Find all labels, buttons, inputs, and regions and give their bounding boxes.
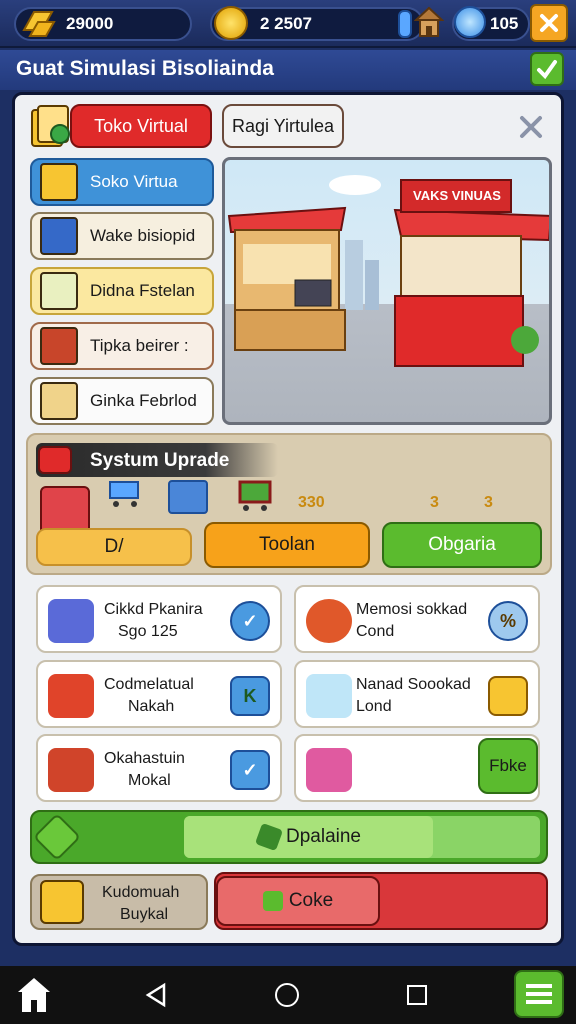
card-cikkd-pkanira[interactable]: Cikkd Pkanira Sgo 125 ✓ bbox=[36, 585, 282, 653]
sidebar-item-label: Didna Fstelan bbox=[90, 281, 195, 300]
k-badge-icon: K bbox=[230, 676, 270, 716]
card-okahastuin[interactable]: Okahastuin Mokal ✓ bbox=[36, 734, 282, 802]
cost-a: 330 bbox=[298, 494, 325, 511]
top-resource-bar: 29000 2 2507 105 bbox=[0, 0, 576, 48]
sidebar-item-label: Soko Virtua bbox=[90, 172, 178, 191]
gem-icon bbox=[454, 6, 486, 38]
card-line1: Memosi sokkad bbox=[356, 601, 468, 618]
card-nanad-soookad[interactable]: Nanad Soookad Lond bbox=[294, 660, 540, 728]
produce-basket-icon bbox=[306, 748, 352, 792]
crystal-icon bbox=[398, 10, 412, 38]
card-line2: Nakah bbox=[128, 698, 175, 715]
cup-icon bbox=[306, 674, 352, 718]
page-title: Guat Simulasi Bisoliainda bbox=[16, 57, 274, 80]
card-line1: Codmelatual bbox=[104, 676, 194, 693]
red-basket-icon bbox=[48, 674, 94, 718]
card-line1: Cikkd Pkanira bbox=[104, 601, 203, 618]
home-circle-icon[interactable] bbox=[275, 983, 299, 1007]
card-line2: Cond bbox=[356, 623, 395, 640]
footer-left-line1: Kudomuah bbox=[102, 884, 180, 901]
sidebar-item-soko-virtua[interactable]: Soko Virtua bbox=[30, 158, 214, 206]
progress-label: Dpalaine bbox=[286, 826, 361, 847]
menu-button[interactable] bbox=[514, 970, 564, 1018]
recents-icon[interactable] bbox=[407, 985, 427, 1005]
card-line1: Okahastuin bbox=[104, 750, 185, 767]
red-crate-icon bbox=[40, 327, 78, 365]
level-label: D/ bbox=[104, 536, 124, 557]
close-icon bbox=[540, 14, 558, 32]
level-slot: D/ bbox=[36, 528, 192, 566]
obgaria-label: Obgaria bbox=[428, 534, 496, 555]
hamburger-icon bbox=[526, 984, 552, 1004]
basket-icon bbox=[48, 599, 94, 643]
toolan-label: Toolan bbox=[259, 534, 315, 555]
cost-b: 3 bbox=[430, 494, 439, 511]
fruit-basket-icon bbox=[48, 748, 94, 792]
coin-icon bbox=[214, 6, 248, 40]
card-line2: Mokal bbox=[128, 772, 171, 789]
sidebar-item-wake-bisiopid[interactable]: Wake bisiopid bbox=[30, 212, 214, 260]
fbke-button[interactable]: Fbke bbox=[478, 738, 538, 794]
back-icon[interactable] bbox=[144, 982, 170, 1008]
cost-c: 3 bbox=[484, 494, 493, 511]
gold-bars-icon bbox=[20, 8, 56, 38]
blue-box-icon bbox=[40, 217, 78, 255]
check-badge-icon: ✓ bbox=[230, 601, 270, 641]
home-house-icon[interactable] bbox=[14, 974, 54, 1016]
obgaria-button[interactable]: Obgaria bbox=[382, 522, 542, 568]
coin-amount: 2 2507 bbox=[260, 14, 312, 33]
helmet-icon bbox=[306, 599, 352, 643]
close-icon bbox=[520, 116, 542, 138]
box-icon bbox=[168, 480, 208, 514]
shop-folder-icon bbox=[30, 104, 72, 148]
cart-icon bbox=[106, 478, 144, 508]
shop-scene-illustration: VAKS VINUAS bbox=[222, 157, 552, 425]
green-cart-icon bbox=[236, 478, 274, 514]
gold-amount: 29000 bbox=[66, 14, 114, 33]
close-panel-button[interactable] bbox=[514, 110, 548, 144]
toolan-button[interactable]: Toolan bbox=[204, 522, 370, 568]
crate-icon bbox=[40, 163, 78, 201]
upgrade-title: Systum Uprade bbox=[90, 450, 230, 471]
card-produce[interactable]: Fbke bbox=[294, 734, 540, 802]
percent-badge-icon: % bbox=[488, 601, 528, 641]
box-badge-icon bbox=[488, 676, 528, 716]
tab-label: Toko Virtual bbox=[94, 115, 188, 136]
stack-boxes-icon bbox=[40, 382, 78, 420]
package-icon bbox=[40, 272, 78, 310]
footer-left-line2: Buykal bbox=[120, 906, 169, 923]
sidebar-item-tipka-beirer[interactable]: Tipka beirer : bbox=[30, 322, 214, 370]
tab-toko-virtual[interactable]: Toko Virtual bbox=[70, 104, 212, 148]
fbke-label: Fbke bbox=[489, 756, 527, 775]
coke-label: Coke bbox=[288, 890, 334, 911]
sidebar-item-didna-fstelan[interactable]: Didna Fstelan bbox=[30, 267, 214, 315]
card-line2: Lond bbox=[356, 698, 392, 715]
sidebar-item-ginka-febrlod[interactable]: Ginka Febrlod bbox=[30, 377, 214, 425]
shop-sign-text: VAKS VINUAS bbox=[413, 188, 501, 203]
check-badge-icon: ✓ bbox=[230, 750, 270, 790]
close-x-button[interactable] bbox=[530, 4, 568, 42]
card-line1: Nanad Soookad bbox=[356, 676, 471, 693]
sidebar-item-label: Tipka beirer : bbox=[90, 336, 189, 355]
alert-icon bbox=[38, 446, 72, 474]
gem-amount: 105 bbox=[490, 14, 519, 33]
shopping-bag-icon bbox=[262, 891, 283, 911]
confirm-button[interactable] bbox=[530, 52, 564, 86]
card-memosi-sokkad[interactable]: Memosi sokkad Cond % bbox=[294, 585, 540, 653]
check-icon bbox=[537, 60, 557, 80]
sidebar-item-label: Ginka Febrlod bbox=[90, 391, 197, 410]
card-line2: Sgo 125 bbox=[118, 623, 178, 640]
cart-full-icon bbox=[40, 880, 84, 924]
sidebar-item-label: Wake bisiopid bbox=[90, 226, 196, 245]
house-icon bbox=[413, 6, 445, 38]
coke-button[interactable]: Coke bbox=[216, 876, 380, 926]
tab-ragi-yirtulea[interactable]: Ragi Yirtulea bbox=[222, 104, 344, 148]
tab-label: Ragi Yirtulea bbox=[231, 115, 335, 136]
card-codmelatual[interactable]: Codmelatual Nakah K bbox=[36, 660, 282, 728]
